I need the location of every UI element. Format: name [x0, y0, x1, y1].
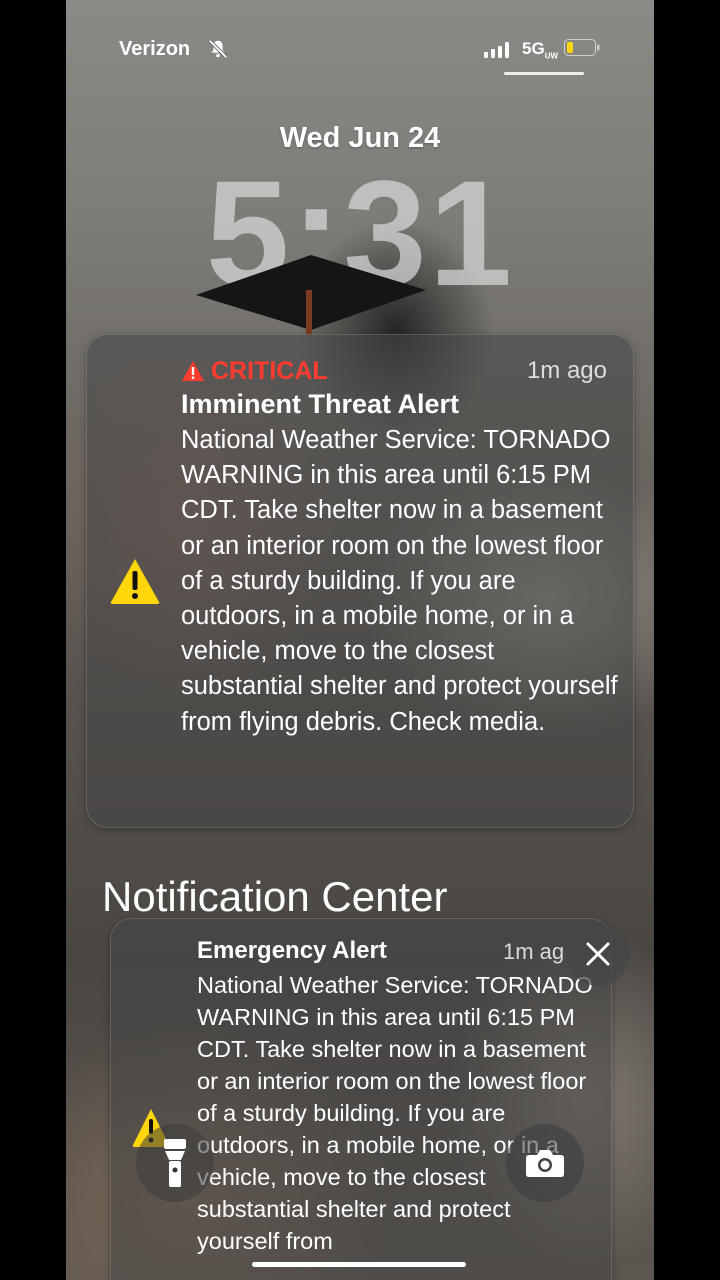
graduation-cap-photo [196, 255, 426, 335]
close-icon [586, 942, 610, 966]
notification-center-heading: Notification Center [102, 873, 448, 920]
emergency-alert-notification[interactable]: Emergency Alert 1m ag National Weather S… [110, 918, 612, 1280]
network-type: 5GUW [522, 39, 559, 61]
lock-screen: Verizon 5GUW Wed Jun 24 5:31 CRITICAL 1m… [66, 0, 654, 1280]
control-center-indicator[interactable] [504, 72, 584, 75]
signal-icon [484, 42, 509, 58]
clear-notifications-button[interactable] [566, 922, 630, 986]
battery-icon [564, 39, 600, 56]
emergency-alert-title: Emergency Alert [197, 937, 387, 964]
critical-label: CRITICAL [211, 356, 328, 385]
critical-warning-icon [182, 361, 204, 381]
flashlight-button[interactable] [136, 1124, 214, 1202]
bell-slash-icon [208, 39, 228, 59]
camera-icon [526, 1150, 564, 1177]
notification-body: National Weather Service: TORNADO WARNIN… [181, 426, 618, 736]
notification-time: 1m ago [526, 357, 607, 384]
carrier-label: Verizon [119, 38, 191, 60]
status-bar: Verizon 5GUW [66, 36, 654, 62]
notification-title: Imminent Threat Alert [181, 389, 460, 419]
warning-triangle-icon [110, 559, 160, 604]
flashlight-icon [164, 1139, 186, 1187]
emergency-alert-time: 1m ag [503, 939, 565, 964]
critical-alert-notification[interactable]: CRITICAL 1m ago Imminent Threat Alert Na… [86, 334, 634, 828]
camera-button[interactable] [506, 1124, 584, 1202]
home-indicator[interactable] [252, 1262, 466, 1267]
emergency-alert-body: National Weather Service: TORNADO WARNIN… [197, 972, 593, 1254]
critical-badge: CRITICAL [181, 357, 328, 385]
